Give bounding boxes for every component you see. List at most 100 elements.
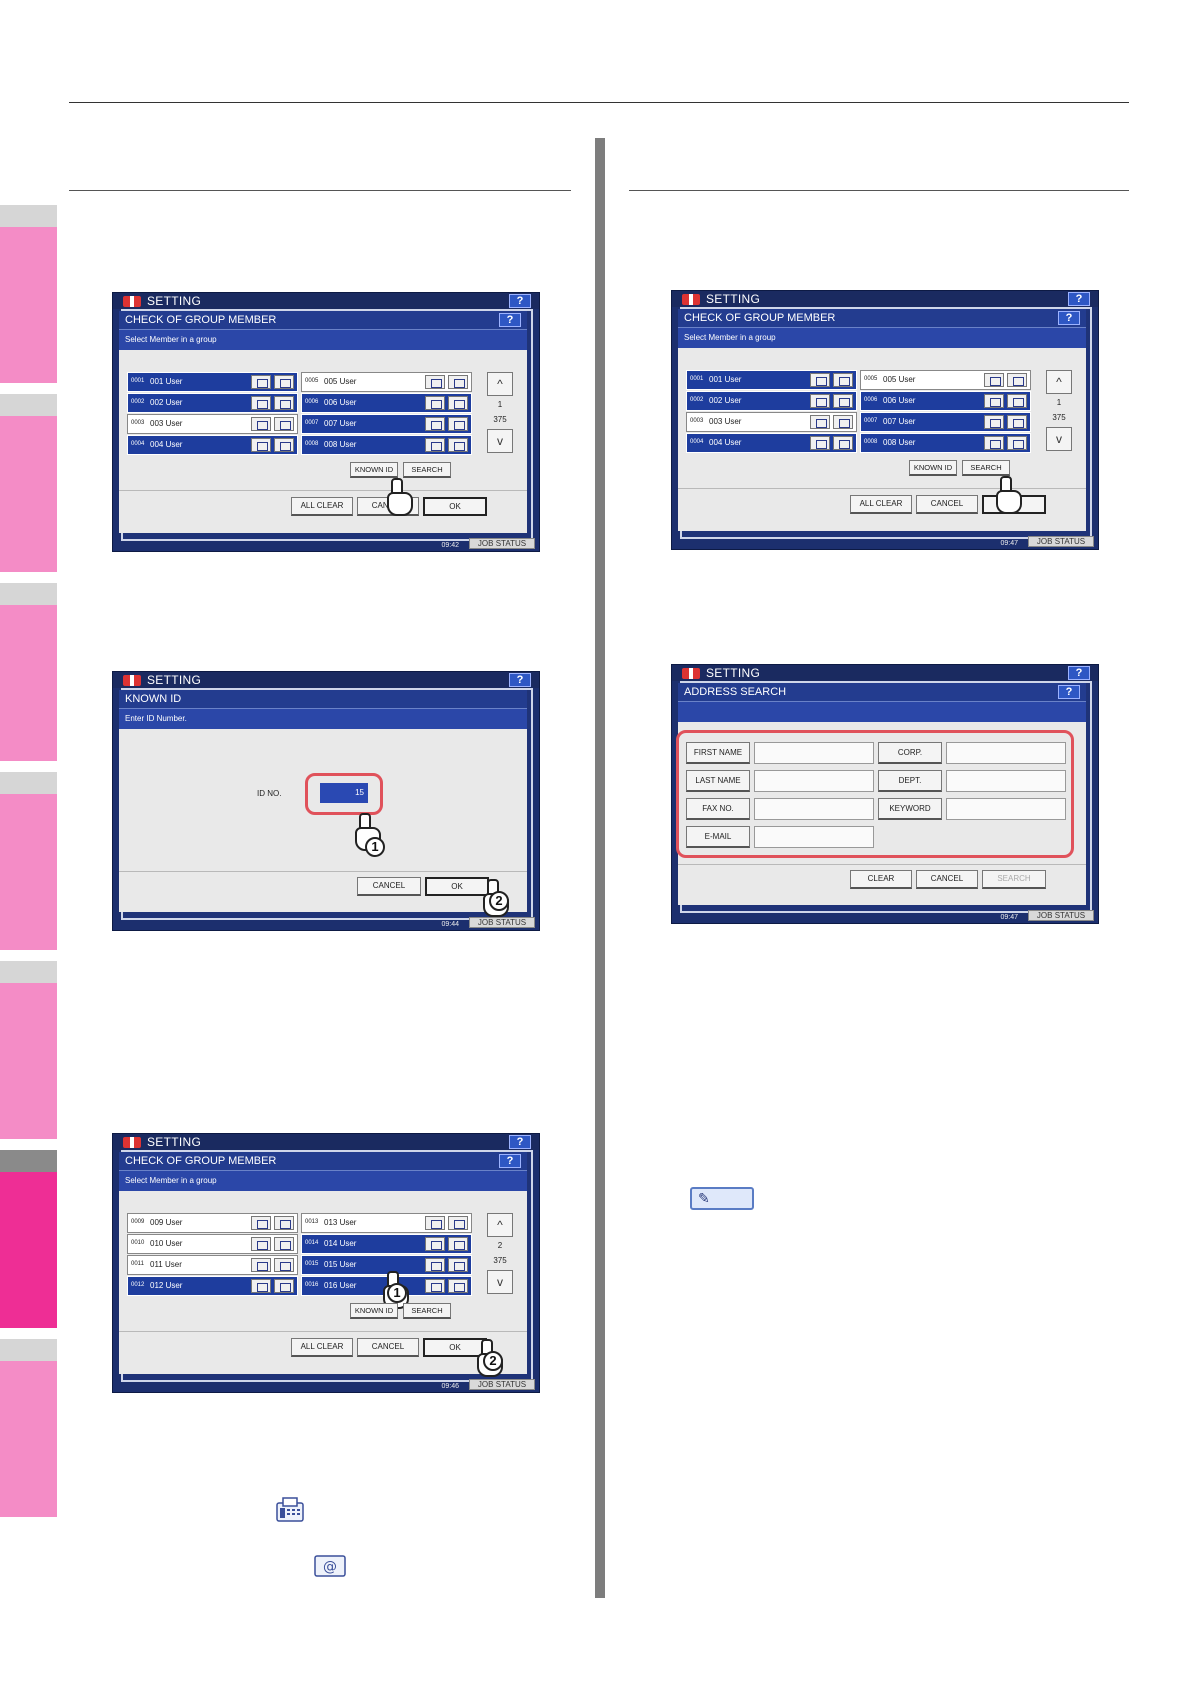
member-row-selected[interactable]: 0009 009 User bbox=[127, 1213, 298, 1233]
fax-icon[interactable] bbox=[425, 1279, 445, 1293]
email-icon[interactable] bbox=[448, 1279, 468, 1293]
fax-icon[interactable] bbox=[984, 415, 1004, 429]
member-row[interactable]: 0002 002 User bbox=[686, 391, 857, 411]
email-icon[interactable] bbox=[274, 417, 294, 431]
job-status-button[interactable]: JOB STATUS bbox=[469, 917, 535, 928]
member-row-selected[interactable]: 0005 005 User bbox=[301, 372, 472, 392]
member-row[interactable]: 0001 001 User bbox=[686, 370, 857, 390]
member-row-selected[interactable]: 0003 003 User bbox=[127, 414, 298, 434]
chapter-tab-1[interactable] bbox=[0, 205, 57, 383]
chapter-tab-3[interactable] bbox=[0, 583, 57, 761]
help-icon[interactable]: ? bbox=[499, 313, 521, 327]
dept-button[interactable]: DEPT. bbox=[878, 770, 942, 792]
fax-icon[interactable] bbox=[251, 417, 271, 431]
email-icon[interactable] bbox=[448, 438, 468, 452]
member-row-selected[interactable]: 0013 013 User bbox=[301, 1213, 472, 1233]
member-row-selected[interactable]: 0010 010 User bbox=[127, 1234, 298, 1254]
email-icon[interactable] bbox=[448, 375, 468, 389]
fax-icon[interactable] bbox=[425, 375, 445, 389]
email-icon[interactable] bbox=[1007, 436, 1027, 450]
chapter-tab-5[interactable] bbox=[0, 961, 57, 1139]
member-row[interactable]: 0004 004 User bbox=[686, 433, 857, 453]
job-status-button[interactable]: JOB STATUS bbox=[469, 1379, 535, 1390]
fax-icon[interactable] bbox=[810, 415, 830, 429]
scroll-down-icon[interactable]: v bbox=[1046, 427, 1072, 451]
fax-icon[interactable] bbox=[810, 373, 830, 387]
help-icon[interactable]: ? bbox=[509, 673, 531, 687]
chapter-tab-2[interactable] bbox=[0, 394, 57, 572]
fax-icon[interactable] bbox=[425, 1258, 445, 1272]
email-icon[interactable] bbox=[274, 396, 294, 410]
help-icon[interactable]: ? bbox=[1058, 311, 1080, 325]
email-icon[interactable] bbox=[274, 1258, 294, 1272]
scroll-up-icon[interactable]: ^ bbox=[487, 372, 513, 396]
email-field[interactable] bbox=[754, 826, 874, 848]
email-icon[interactable] bbox=[274, 438, 294, 452]
email-icon[interactable] bbox=[1007, 373, 1027, 387]
fax-number-field[interactable] bbox=[754, 798, 874, 820]
member-row[interactable]: 0004 004 User bbox=[127, 435, 298, 455]
help-icon[interactable]: ? bbox=[1068, 666, 1090, 680]
fax-icon[interactable] bbox=[251, 396, 271, 410]
email-icon[interactable] bbox=[274, 375, 294, 389]
fax-icon[interactable] bbox=[251, 1216, 271, 1230]
chapter-tab-7[interactable] bbox=[0, 1339, 57, 1517]
member-row[interactable]: 0008 008 User bbox=[301, 435, 472, 455]
keyword-field[interactable] bbox=[946, 798, 1066, 820]
fax-number-button[interactable]: FAX NO. bbox=[686, 798, 750, 820]
fax-icon[interactable] bbox=[810, 394, 830, 408]
cancel-button[interactable]: CANCEL bbox=[357, 1338, 419, 1357]
scroll-up-icon[interactable]: ^ bbox=[487, 1213, 513, 1237]
corp-field[interactable] bbox=[946, 742, 1066, 764]
fax-icon[interactable] bbox=[251, 1258, 271, 1272]
fax-icon[interactable] bbox=[251, 375, 271, 389]
first-name-button[interactable]: FIRST NAME bbox=[686, 742, 750, 764]
email-icon[interactable] bbox=[833, 436, 853, 450]
email-icon[interactable] bbox=[833, 415, 853, 429]
dept-field[interactable] bbox=[946, 770, 1066, 792]
all-clear-button[interactable]: ALL CLEAR bbox=[291, 1338, 353, 1357]
member-row[interactable]: 0001 001 User bbox=[127, 372, 298, 392]
known-id-button[interactable]: KNOWN ID bbox=[350, 1303, 398, 1319]
fax-icon[interactable] bbox=[251, 1237, 271, 1251]
clear-button[interactable]: CLEAR bbox=[850, 870, 912, 889]
job-status-button[interactable]: JOB STATUS bbox=[1028, 536, 1094, 547]
email-icon[interactable] bbox=[1007, 394, 1027, 408]
email-icon[interactable] bbox=[448, 1237, 468, 1251]
fax-icon[interactable] bbox=[425, 417, 445, 431]
member-row[interactable]: 0006 006 User bbox=[860, 391, 1031, 411]
fax-icon[interactable] bbox=[425, 1216, 445, 1230]
cancel-button[interactable]: CANCEL bbox=[916, 870, 978, 889]
member-row[interactable]: 0007 007 User bbox=[860, 412, 1031, 432]
cancel-button[interactable]: CANCEL bbox=[357, 877, 421, 896]
member-row[interactable]: 0007 007 User bbox=[301, 414, 472, 434]
search-button[interactable]: SEARCH bbox=[982, 870, 1046, 889]
last-name-field[interactable] bbox=[754, 770, 874, 792]
member-row-selected[interactable]: 0003 003 User bbox=[686, 412, 857, 432]
member-row[interactable]: 0008 008 User bbox=[860, 433, 1031, 453]
fax-icon[interactable] bbox=[984, 394, 1004, 408]
search-button[interactable]: SEARCH bbox=[403, 1303, 451, 1319]
email-icon[interactable] bbox=[1007, 415, 1027, 429]
id-number-input[interactable]: 15 bbox=[320, 783, 368, 803]
scroll-down-icon[interactable]: v bbox=[487, 1270, 513, 1294]
help-icon[interactable]: ? bbox=[509, 1135, 531, 1149]
fax-icon[interactable] bbox=[425, 396, 445, 410]
help-icon[interactable]: ? bbox=[509, 294, 531, 308]
help-icon[interactable]: ? bbox=[499, 1154, 521, 1168]
all-clear-button[interactable]: ALL CLEAR bbox=[850, 495, 912, 514]
email-button[interactable]: E-MAIL bbox=[686, 826, 750, 848]
chapter-tab-6-active[interactable] bbox=[0, 1150, 57, 1328]
keyword-button[interactable]: KEYWORD bbox=[878, 798, 942, 820]
email-icon[interactable] bbox=[833, 394, 853, 408]
ok-button[interactable]: OK bbox=[423, 497, 487, 516]
member-row-selected[interactable]: 0011 011 User bbox=[127, 1255, 298, 1275]
known-id-button[interactable]: KNOWN ID bbox=[909, 460, 957, 476]
email-icon[interactable] bbox=[448, 417, 468, 431]
email-icon[interactable] bbox=[833, 373, 853, 387]
first-name-field[interactable] bbox=[754, 742, 874, 764]
fax-icon[interactable] bbox=[251, 1279, 271, 1293]
member-row[interactable]: 0014 014 User bbox=[301, 1234, 472, 1254]
job-status-button[interactable]: JOB STATUS bbox=[1028, 910, 1094, 921]
job-status-button[interactable]: JOB STATUS bbox=[469, 538, 535, 549]
